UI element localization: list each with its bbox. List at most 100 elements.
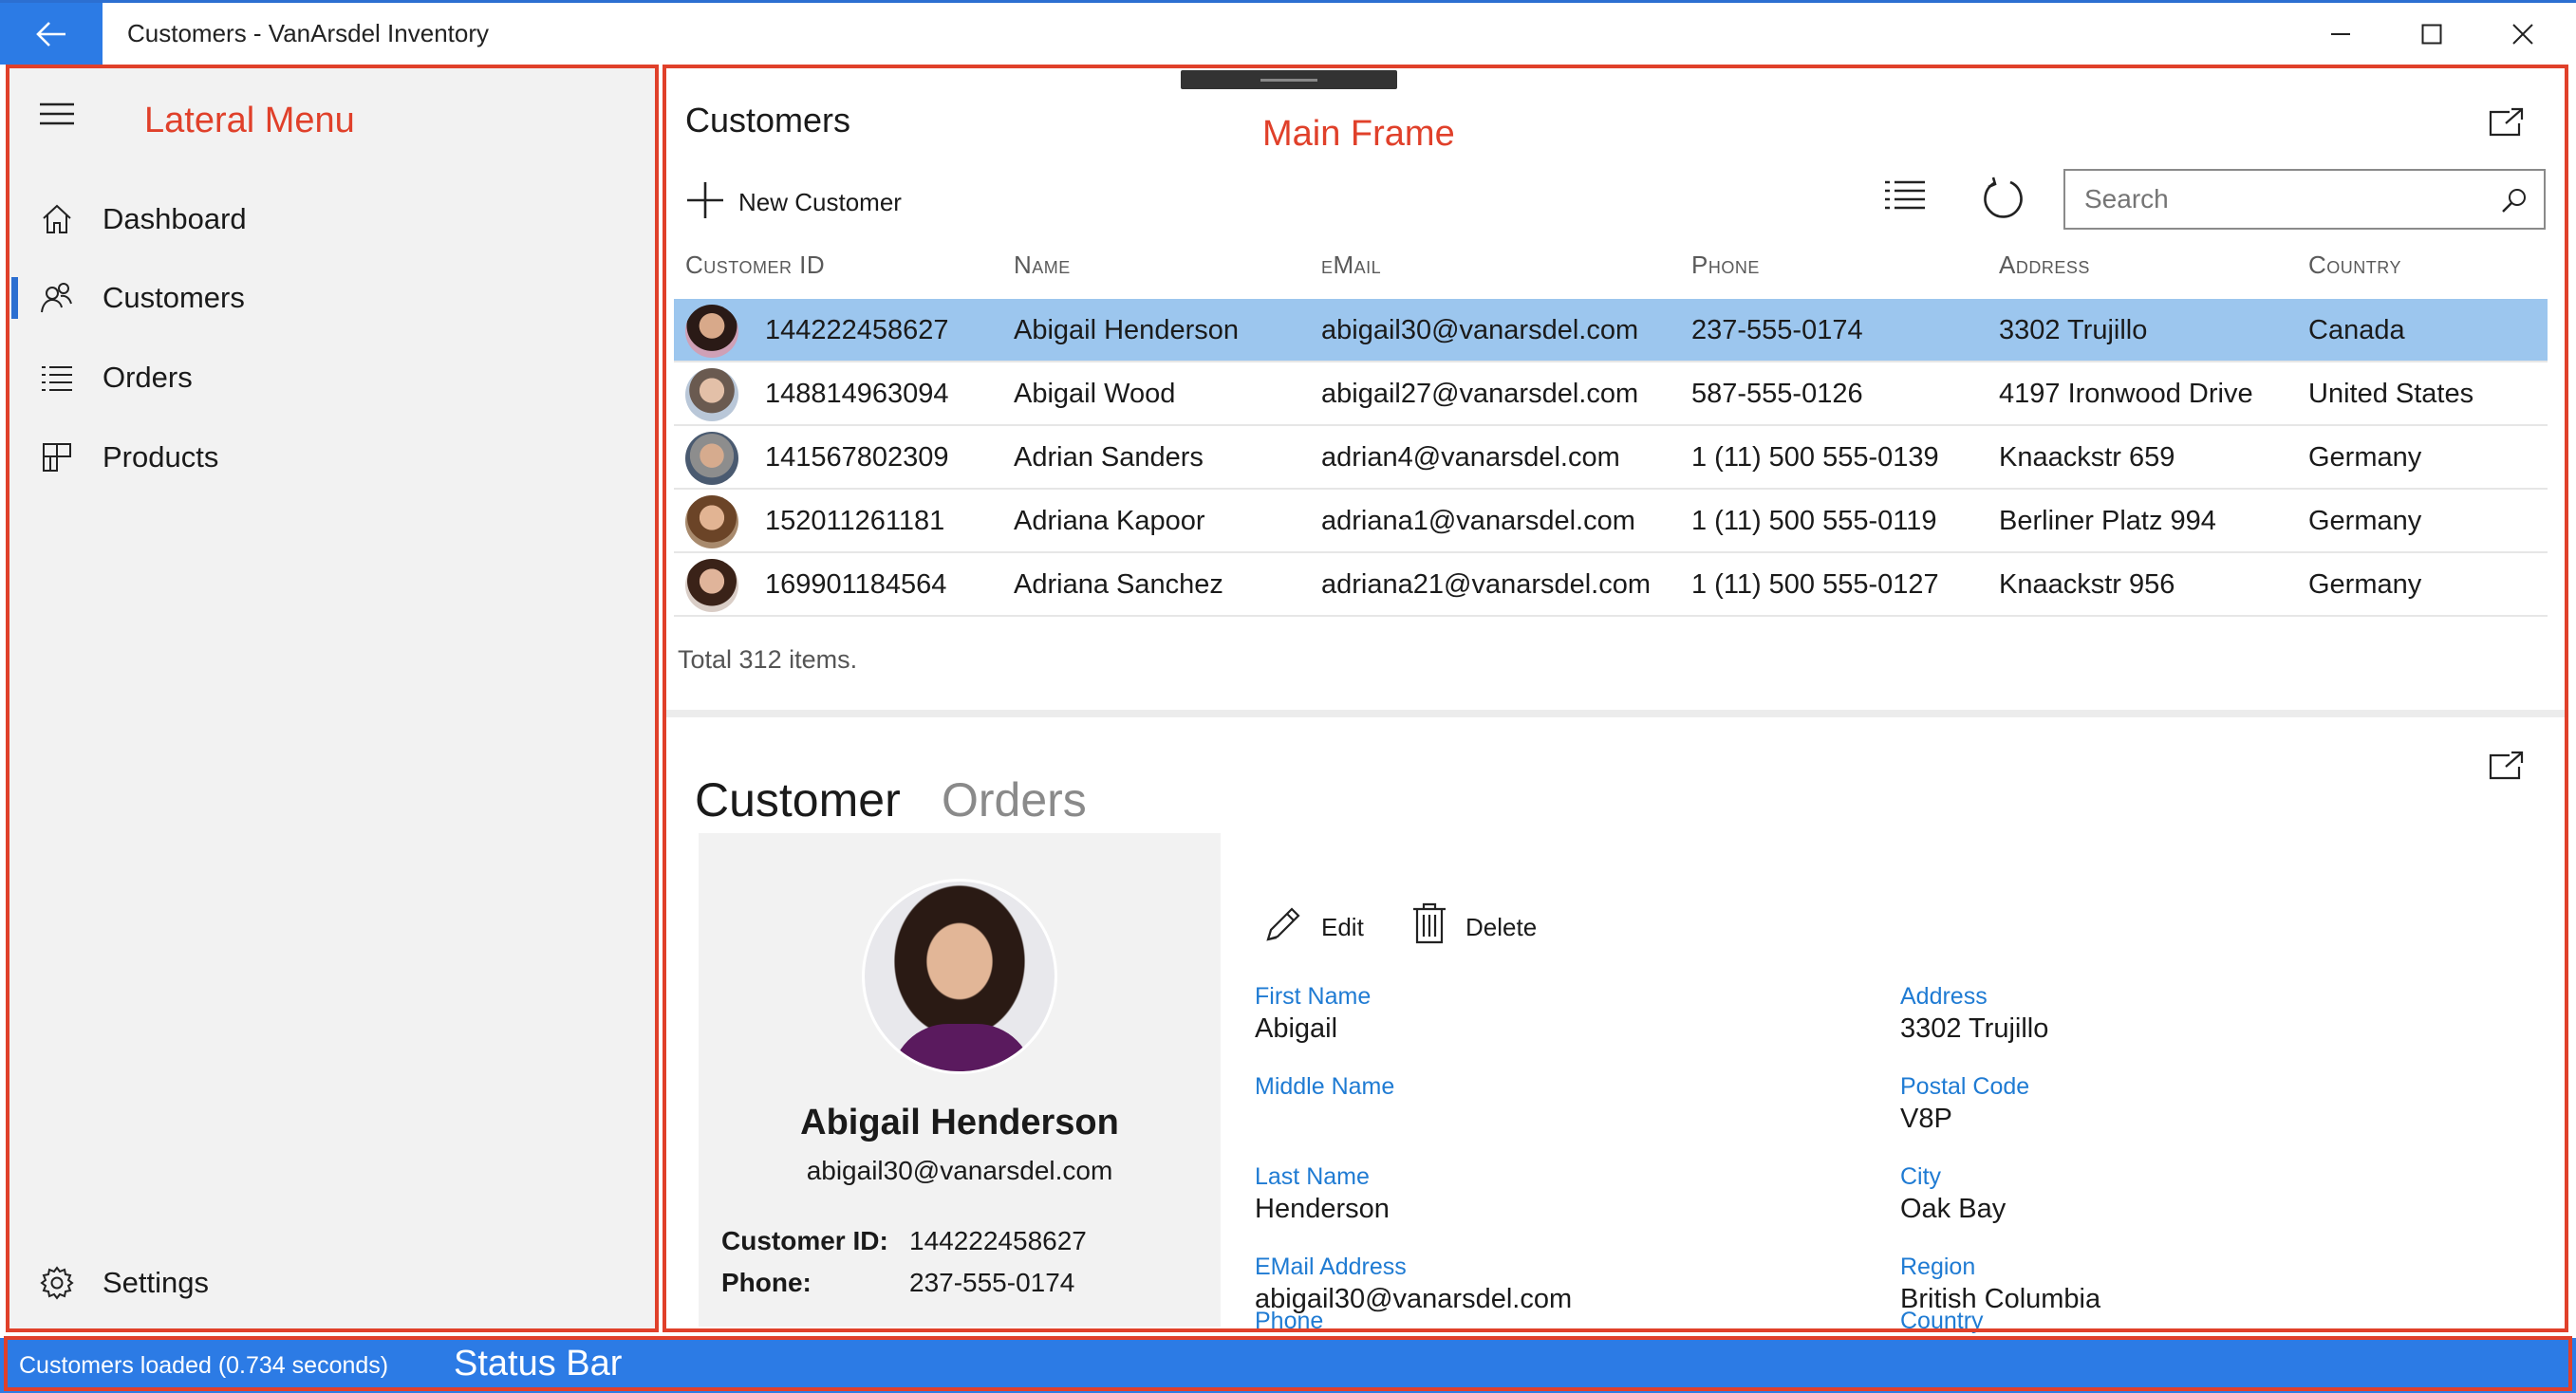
cell-customer-id: 144222458627 [765,315,949,345]
refresh-icon [1984,176,2023,218]
close-icon [2512,23,2533,45]
cell-country: Canada [2308,315,2405,345]
cell-email: adriana1@vanarsdel.com [1321,506,1635,536]
main-frame: Customers New Customer Customer ID Name … [664,65,2567,1334]
customer-card: Abigail Henderson abigail30@vanarsdel.co… [699,833,1221,1327]
search-box[interactable] [2063,169,2546,230]
region-label: Region [1900,1254,1976,1280]
pencil-icon [1266,907,1300,941]
status-bar: Customers loaded (0.734 seconds) [0,1338,2576,1393]
cell-address: Knaackstr 956 [1999,569,2175,600]
search-icon[interactable] [2500,186,2529,214]
nav-label-products: Products [103,440,219,474]
column-header-phone[interactable]: Phone [1691,251,1760,280]
table-row[interactable]: 152011261181 Adriana Kapoor adriana1@van… [674,490,2548,553]
status-text: Customers loaded (0.734 seconds) [19,1352,389,1379]
close-button[interactable] [2477,3,2568,65]
middle-name-label: Middle Name [1255,1073,1395,1100]
cell-customer-id: 152011261181 [765,506,945,536]
drag-handle[interactable] [1181,70,1397,89]
open-window-icon [2489,751,2524,780]
cell-country: United States [2308,379,2474,409]
back-arrow-icon [36,21,65,46]
cell-country: Germany [2308,569,2422,600]
cell-customer-id: 148814963094 [765,379,949,409]
nav-item-dashboard[interactable]: Dashboard [8,181,657,257]
avatar [685,368,738,421]
plus-icon [687,182,723,218]
nav-item-settings[interactable]: Settings [8,1245,657,1321]
card-id-value: 144222458627 [909,1226,1087,1255]
cell-address: 3302 Trujillo [1999,315,2148,345]
column-header-name[interactable]: Name [1014,251,1071,280]
table-row[interactable]: 148814963094 Abigail Wood abigail27@vana… [674,362,2548,426]
first-name-field[interactable]: Abigail [1255,1013,1337,1045]
table-row[interactable]: 144222458627 Abigail Henderson abigail30… [674,299,2548,362]
phone-label: Phone [1255,1308,1324,1334]
open-in-new-window-button[interactable] [2487,106,2532,144]
products-icon [38,438,76,476]
city-field[interactable]: Oak Bay [1900,1194,2006,1225]
avatar [685,305,738,358]
selection-indicator [11,277,18,319]
card-email: abigail30@vanarsdel.com [806,1156,1113,1185]
last-name-label: Last Name [1255,1163,1370,1190]
card-id-label: Customer ID: [721,1226,888,1255]
main-frame-annotation: Main Frame [1262,114,1455,154]
home-icon [38,200,76,238]
cell-phone: 1 (11) 500 555-0127 [1691,569,1939,600]
view-list-button[interactable] [1883,178,1931,220]
city-label: City [1900,1163,1942,1190]
cell-address: 4197 Ironwood Drive [1999,379,2253,409]
open-window-icon [2489,107,2524,137]
minimize-button[interactable] [2295,3,2386,65]
cell-name: Abigail Henderson [1014,315,1239,345]
country-label: Country [1900,1308,1984,1334]
column-header-country[interactable]: Country [2308,251,2401,280]
table-row[interactable]: 141567802309 Adrian Sanders adrian4@vana… [674,426,2548,490]
postal-code-field[interactable]: V8P [1900,1104,1952,1135]
delete-button[interactable]: Delete [1410,900,1553,949]
maximize-button[interactable] [2386,3,2477,65]
search-input[interactable] [2065,171,2483,228]
column-header-email[interactable]: eMail [1321,251,1381,280]
list-view-icon [1885,180,1925,210]
cell-customer-id: 141567802309 [765,442,949,473]
open-detail-window-button[interactable] [2487,750,2532,788]
tab-customer[interactable]: Customer [695,772,901,827]
last-name-field[interactable]: Henderson [1255,1194,1390,1225]
gear-icon [38,1264,76,1302]
nav-item-orders[interactable]: Orders [8,340,657,416]
hamburger-button[interactable] [32,95,82,133]
cell-email: adriana21@vanarsdel.com [1321,569,1652,600]
nav-label-settings: Settings [103,1266,210,1299]
lateral-menu: Dashboard Customers Orders Products Sett… [8,65,657,1329]
nav-label-orders: Orders [103,361,193,394]
address-field[interactable]: 3302 Trujillo [1900,1013,2048,1045]
back-button[interactable] [0,3,103,65]
nav-item-products[interactable]: Products [8,419,657,495]
lateral-menu-annotation: Lateral Menu [144,101,355,140]
window-title: Customers - VanArsdel Inventory [127,19,489,47]
column-header-customer-id[interactable]: Customer ID [685,251,825,280]
cell-email: abigail27@vanarsdel.com [1321,379,1639,409]
minimize-icon [2331,32,2350,35]
tab-orders[interactable]: Orders [942,772,1087,827]
edit-label: Edit [1321,913,1364,941]
cell-phone: 1 (11) 500 555-0119 [1691,506,1937,536]
refresh-button[interactable] [1980,175,2027,222]
cell-customer-id: 169901184564 [765,569,947,600]
list-total: Total 312 items. [678,645,858,674]
nav-label-customers: Customers [103,281,245,314]
delete-label: Delete [1465,913,1538,941]
cell-phone: 587-555-0126 [1691,379,1863,409]
card-phone-label: Phone: [721,1268,812,1297]
edit-button[interactable]: Edit [1262,901,1376,949]
new-customer-button[interactable]: New Customer [685,176,923,224]
nav-item-customers[interactable]: Customers [8,260,657,336]
email-label: EMail Address [1255,1254,1407,1280]
column-header-address[interactable]: Address [1999,251,2090,280]
cell-email: adrian4@vanarsdel.com [1321,442,1620,473]
cell-phone: 1 (11) 500 555-0139 [1691,442,1939,473]
table-row[interactable]: 169901184564 Adriana Sanchez adriana21@v… [674,553,2548,617]
